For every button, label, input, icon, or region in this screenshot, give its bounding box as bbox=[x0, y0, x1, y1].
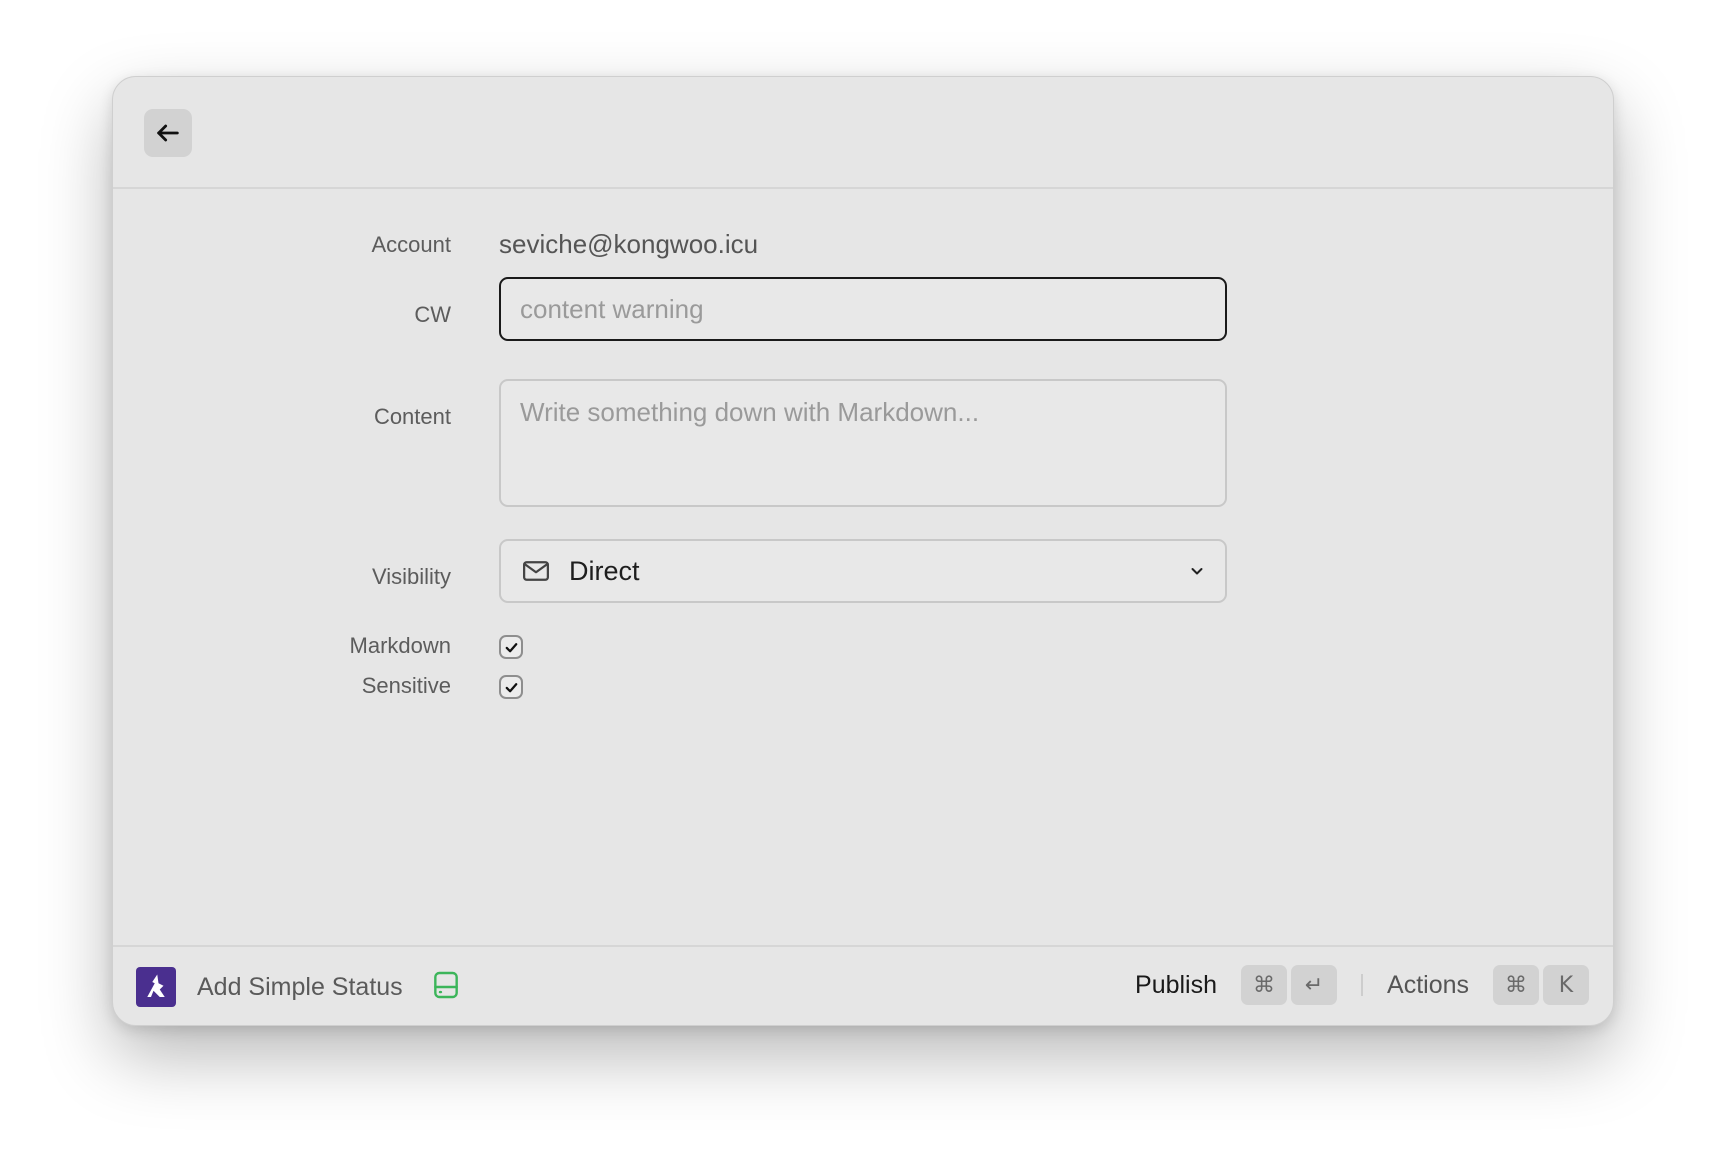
check-icon bbox=[505, 642, 517, 652]
markdown-label: Markdown bbox=[349, 633, 451, 658]
shortcut-key-k: K bbox=[1543, 965, 1589, 1005]
markdown-checkbox[interactable] bbox=[499, 635, 523, 659]
visibility-label: Visibility bbox=[371, 564, 451, 589]
cw-label: CW bbox=[414, 302, 451, 327]
visibility-select[interactable]: Direct bbox=[499, 539, 1227, 603]
window-header bbox=[113, 77, 1613, 189]
mail-icon bbox=[523, 561, 549, 581]
footer-actions: Publish ⌘ ↵ Actions ⌘ K bbox=[1135, 964, 1589, 1006]
sensitive-checkbox[interactable] bbox=[499, 675, 523, 699]
chevron-down-icon bbox=[1191, 568, 1203, 575]
account-label: Account bbox=[371, 232, 452, 257]
shortcut-key-enter: ↵ bbox=[1291, 965, 1338, 1005]
action-bar: Add Simple Status Publish ⌘ ↵ Actions ⌘ … bbox=[113, 945, 1613, 1025]
check-icon bbox=[505, 682, 517, 692]
arrow-left-icon bbox=[157, 124, 179, 142]
shortcut-key-command: ⌘ bbox=[1241, 965, 1288, 1005]
sensitive-label: Sensitive bbox=[361, 673, 451, 698]
extension-title: Add Simple Status bbox=[197, 973, 403, 1001]
publish-button[interactable]: Publish bbox=[1135, 971, 1217, 1000]
app-logo-icon bbox=[136, 967, 176, 1007]
back-button[interactable] bbox=[144, 109, 192, 157]
compose-window: Account seviche@kongwoo.icu CW Content V… bbox=[112, 76, 1614, 1026]
account-value: seviche@kongwoo.icu bbox=[499, 229, 759, 259]
divider bbox=[1361, 974, 1364, 996]
drive-icon bbox=[434, 971, 458, 999]
visibility-value: Direct bbox=[569, 555, 640, 586]
content-label: Content bbox=[373, 404, 451, 429]
cw-input[interactable] bbox=[499, 277, 1227, 341]
shortcut-key-command: ⌘ bbox=[1493, 965, 1539, 1005]
actions-button[interactable]: Actions bbox=[1387, 971, 1469, 1000]
content-textarea[interactable] bbox=[499, 379, 1227, 507]
